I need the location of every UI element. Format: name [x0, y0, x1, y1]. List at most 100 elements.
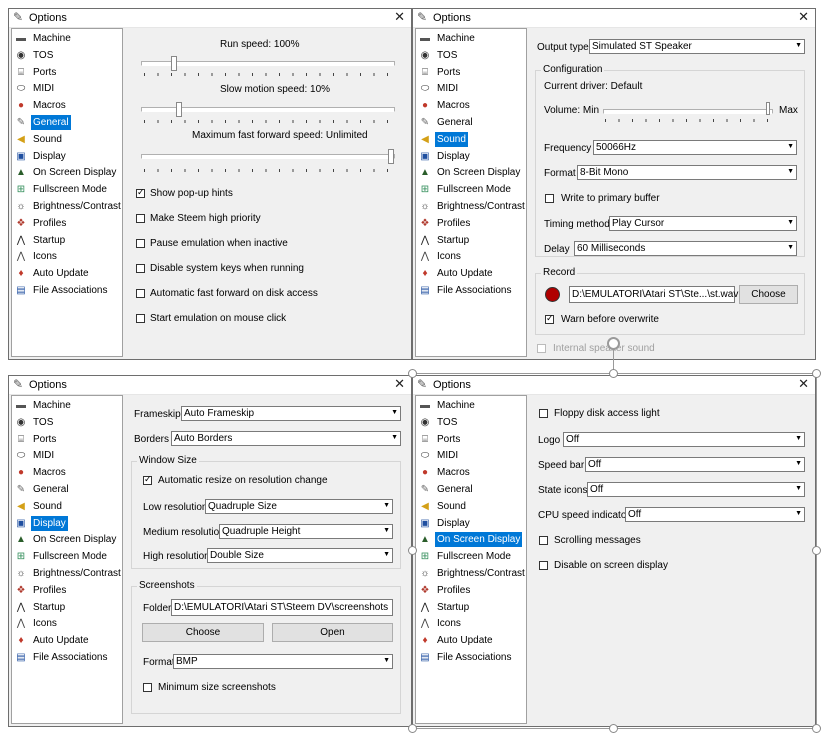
sidebar-item-label: File Associations	[33, 652, 108, 663]
fileassoc-icon: ▤	[16, 652, 26, 663]
state-icons-dropdown[interactable]: Off ▼	[587, 482, 805, 497]
general-checkbox[interactable]	[136, 289, 145, 298]
resize-handle-tr[interactable]	[812, 369, 821, 378]
format-dropdown[interactable]: 8-Bit Mono ▼	[577, 165, 797, 180]
med-res-dropdown[interactable]: Quadruple Height ▼	[219, 524, 393, 539]
cpu-speed-dropdown[interactable]: Off ▼	[625, 507, 805, 522]
profiles-icon: ❖	[16, 217, 26, 229]
sidebar-item-label: Display	[437, 517, 470, 529]
scrolling-messages-checkbox[interactable]	[539, 536, 548, 545]
macros-icon: ●	[421, 100, 429, 112]
brightness-icon: ☼	[420, 201, 430, 212]
sidebar-item-label: General	[437, 117, 473, 128]
general-checkbox[interactable]	[136, 239, 145, 248]
resize-handle-ml[interactable]	[408, 546, 417, 555]
timing-method-dropdown[interactable]: Play Cursor ▼	[609, 216, 797, 231]
resize-handle-bl[interactable]	[408, 724, 417, 733]
record-choose-button[interactable]: Choose	[739, 285, 798, 304]
delay-dropdown[interactable]: 60 Milliseconds ▼	[574, 241, 797, 256]
logo-label: Logo	[538, 435, 561, 446]
record-group: Record	[535, 267, 805, 335]
disable-osd-checkbox[interactable]	[539, 561, 548, 570]
resize-handle-tl[interactable]	[408, 369, 417, 378]
record-path-field[interactable]: D:\EMULATORI\Atari ST\Ste...\st.wav	[569, 286, 738, 303]
write-primary-checkbox[interactable]	[545, 194, 554, 203]
chevron-down-icon: ▼	[787, 244, 794, 251]
low-res-dropdown[interactable]: Quadruple Size ▼	[205, 499, 393, 514]
sidebar-item-label: Fullscreen Mode	[33, 184, 107, 196]
close-icon[interactable]: ✕	[798, 376, 809, 392]
volume-label: Volume: Min	[544, 105, 600, 116]
frequency-dropdown[interactable]: 50066Hz ▼	[593, 140, 797, 155]
logo-dropdown[interactable]: Off ▼	[563, 432, 805, 447]
high-res-dropdown[interactable]: Double Size ▼	[207, 548, 393, 563]
brightness-icon: ☼	[16, 201, 26, 212]
floppy-light-checkbox[interactable]	[539, 409, 548, 418]
screenshot-choose-button[interactable]: Choose	[142, 623, 264, 642]
display-panel: Frameskip Auto Frameskip ▼ Borders Auto B…	[125, 395, 409, 724]
volume-thumb[interactable]	[766, 102, 770, 115]
close-icon[interactable]: ✕	[394, 9, 405, 25]
tos-icon: ◉	[16, 416, 26, 428]
pen-icon: ✎	[417, 10, 428, 24]
sidebar-item-label: Macros	[33, 100, 66, 112]
sidebar-item-label: Auto Update	[437, 635, 493, 647]
slow-motion-thumb[interactable]	[175, 102, 182, 117]
folder-label: Folder	[143, 603, 172, 614]
brightness-icon: ☼	[420, 568, 430, 579]
window-title: Options	[433, 12, 471, 24]
general-checkbox[interactable]	[136, 187, 145, 198]
max-ff-thumb[interactable]	[388, 149, 394, 164]
sidebar-item-label: Ports	[33, 66, 57, 78]
autoupdate-icon: ♦	[422, 635, 428, 647]
resize-handle-tc[interactable]	[609, 369, 618, 378]
icons-icon: ⋀	[16, 251, 26, 263]
volume-ticks	[605, 119, 773, 122]
osd-icon: ▲	[16, 167, 26, 179]
general-panel: Run speed: 100% Slow motion speed: 10% M…	[125, 28, 409, 357]
sidebar-item-label: Fullscreen Mode	[33, 551, 107, 563]
sidebar-item-label: On Screen Display	[435, 532, 523, 548]
title-bar[interactable]: ✎ Options ✕	[9, 9, 411, 28]
volume-slider[interactable]	[603, 109, 773, 114]
general-checkbox[interactable]	[136, 264, 145, 273]
resize-handle-mr[interactable]	[812, 546, 821, 555]
sidebar-item-label: Sound	[33, 133, 62, 145]
tos-icon: ◉	[420, 416, 430, 428]
internal-speaker-checkbox[interactable]	[537, 344, 546, 353]
general-checkbox[interactable]	[136, 314, 145, 323]
frameskip-dropdown[interactable]: Auto Frameskip ▼	[181, 406, 401, 421]
borders-dropdown[interactable]: Auto Borders ▼	[171, 431, 401, 446]
folder-path-field[interactable]: D:\EMULATORI\Atari ST\Steem DV\screensho…	[171, 599, 393, 616]
max-ff-slider[interactable]	[141, 154, 395, 159]
speed-bar-dropdown[interactable]: Off ▼	[585, 457, 805, 472]
title-bar[interactable]: ✎ Options ✕	[413, 376, 815, 395]
run-speed-slider[interactable]	[141, 61, 395, 66]
profiles-icon: ❖	[16, 584, 26, 596]
general-checkbox[interactable]	[136, 214, 145, 223]
run-speed-thumb[interactable]	[170, 56, 177, 71]
min-size-checkbox[interactable]	[143, 683, 152, 692]
resize-handle-bc[interactable]	[609, 724, 618, 733]
screenshot-format-label: Format	[143, 657, 175, 668]
resize-handle-br[interactable]	[812, 724, 821, 733]
title-bar[interactable]: ✎ Options ✕	[413, 9, 815, 28]
run-speed-ticks	[144, 73, 394, 76]
machine-icon: ▬	[16, 400, 26, 411]
close-icon[interactable]: ✕	[394, 376, 405, 392]
sidebar-item-label: General	[33, 484, 69, 495]
screenshot-format-dropdown[interactable]: BMP ▼	[173, 654, 393, 669]
screenshot-open-button[interactable]: Open	[272, 623, 393, 642]
profiles-icon: ❖	[420, 584, 430, 596]
close-icon[interactable]: ✕	[798, 9, 809, 25]
record-icon[interactable]	[545, 287, 560, 302]
sidebar-item-label: Brightness/Contrast	[33, 568, 121, 579]
scrolling-messages-label: Scrolling messages	[554, 535, 641, 546]
sidebar-item-label: Profiles	[437, 584, 471, 596]
rotate-handle-icon[interactable]	[607, 337, 620, 350]
auto-resize-checkbox[interactable]	[143, 474, 152, 485]
output-type-dropdown[interactable]: Simulated ST Speaker ▼	[589, 39, 805, 54]
startup-icon: ⋀	[16, 234, 26, 246]
warn-overwrite-checkbox[interactable]	[545, 313, 554, 324]
title-bar[interactable]: ✎ Options ✕	[9, 376, 411, 395]
